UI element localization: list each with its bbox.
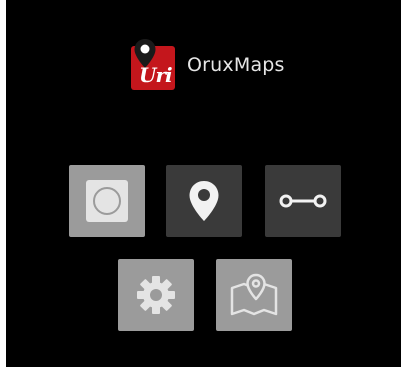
- waypoint-button[interactable]: [166, 165, 242, 237]
- map-pin-icon: [189, 181, 219, 221]
- settings-button[interactable]: [118, 259, 194, 331]
- app-logo: Uri: [131, 38, 175, 90]
- gear-icon: [137, 276, 175, 314]
- maps-button[interactable]: [216, 259, 292, 331]
- route-icon: [279, 194, 327, 208]
- record-icon: [86, 180, 128, 222]
- app-title: OruxMaps: [187, 54, 285, 76]
- logo-text: Uri: [139, 63, 173, 87]
- record-button[interactable]: [69, 165, 145, 237]
- map-icon: [230, 273, 278, 316]
- watch-screen: Uri OruxMaps: [6, 0, 401, 367]
- app-header: Uri OruxMaps: [131, 34, 285, 90]
- route-button[interactable]: [265, 165, 341, 237]
